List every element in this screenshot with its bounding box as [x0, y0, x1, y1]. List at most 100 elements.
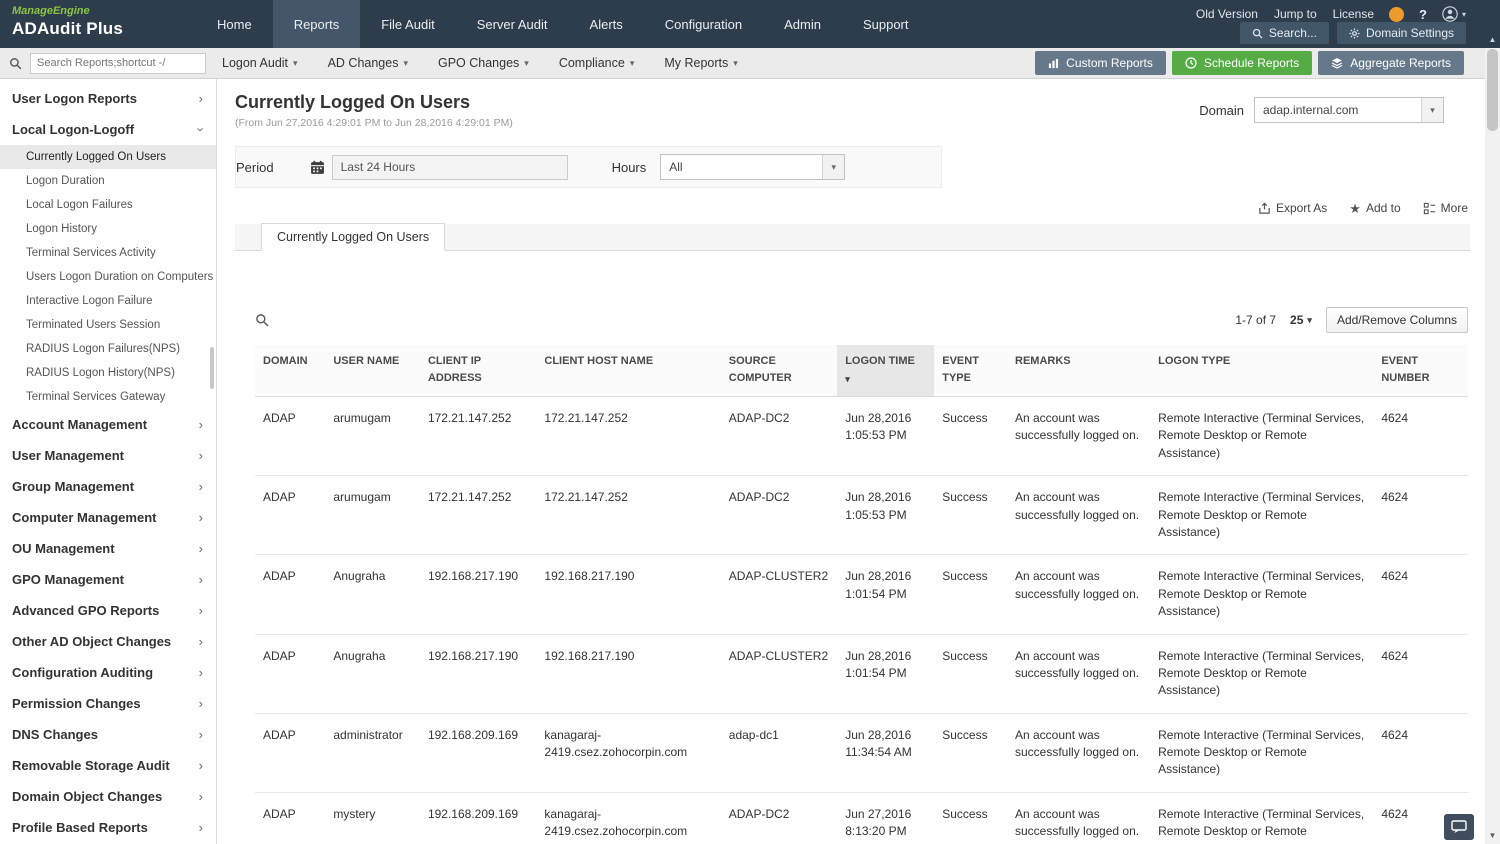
- domain-select[interactable]: adap.internal.com ▾: [1254, 97, 1444, 123]
- search-button[interactable]: Search...: [1240, 22, 1329, 44]
- table-search-icon[interactable]: [255, 313, 269, 327]
- sidebar-section-ou-management[interactable]: OU Management›: [0, 533, 216, 564]
- sidebar-item-local-logon-failures[interactable]: Local Logon Failures: [0, 193, 216, 217]
- sidebar-section-permission-changes[interactable]: Permission Changes›: [0, 688, 216, 719]
- sidebar-item-logon-history[interactable]: Logon History: [0, 217, 216, 241]
- column-header-user-name[interactable]: USER NAME: [325, 345, 420, 397]
- sidebar-item-logon-duration[interactable]: Logon Duration: [0, 169, 216, 193]
- chat-support-button[interactable]: [1444, 814, 1474, 840]
- sidebar-section-user-logon-reports[interactable]: User Logon Reports›: [0, 83, 216, 114]
- sidebar-section-account-management[interactable]: Account Management›: [0, 409, 216, 440]
- table-row[interactable]: ADAParumugam172.21.147.252172.21.147.252…: [255, 476, 1468, 555]
- nav-tab-admin[interactable]: Admin: [763, 0, 842, 48]
- sidebar-item-currently-logged-on-users[interactable]: Currently Logged On Users: [0, 145, 216, 169]
- help-icon[interactable]: ?: [1419, 7, 1427, 22]
- orange-badge-icon[interactable]: [1389, 7, 1404, 22]
- sidebar-item-radius-logon-failures-nps[interactable]: RADIUS Logon Failures(NPS): [0, 337, 216, 361]
- column-header-event-type[interactable]: EVENT TYPE: [934, 345, 1007, 397]
- sidebar-section-group-management[interactable]: Group Management›: [0, 471, 216, 502]
- sidebar-section-dns-changes[interactable]: DNS Changes›: [0, 719, 216, 750]
- menu-label: AD Changes: [328, 56, 399, 70]
- column-header-event-number[interactable]: EVENT NUMBER: [1373, 345, 1468, 397]
- nav-tab-home[interactable]: Home: [196, 0, 273, 48]
- add-remove-columns-button[interactable]: Add/Remove Columns: [1326, 307, 1468, 333]
- table-row[interactable]: ADAParumugam172.21.147.252172.21.147.252…: [255, 397, 1468, 476]
- nav-tab-server-audit[interactable]: Server Audit: [456, 0, 569, 48]
- sidebar-section-user-management[interactable]: User Management›: [0, 440, 216, 471]
- sidebar-section-advanced-gpo-reports[interactable]: Advanced GPO Reports›: [0, 595, 216, 626]
- sidebar-item-terminal-services-activity[interactable]: Terminal Services Activity: [0, 241, 216, 265]
- search-icon[interactable]: [0, 57, 30, 70]
- column-header-logon-type[interactable]: LOGON TYPE: [1150, 345, 1373, 397]
- sidebar-section-configuration-auditing[interactable]: Configuration Auditing›: [0, 657, 216, 688]
- menu-gpo-changes[interactable]: GPO Changes▾: [438, 56, 529, 70]
- chevron-right-icon: ›: [199, 790, 203, 803]
- add-to-link[interactable]: ★ Add to: [1349, 201, 1400, 215]
- menu-compliance[interactable]: Compliance▾: [559, 56, 635, 70]
- domain-settings-button[interactable]: Domain Settings: [1337, 22, 1466, 44]
- sidebar-section-local-logon-logoff[interactable]: Local Logon-Logoff›: [0, 114, 216, 145]
- chevron-right-icon: ›: [199, 604, 203, 617]
- chevron-down-icon: ▾: [403, 58, 408, 69]
- column-header-source-computer[interactable]: SOURCE COMPUTER: [721, 345, 837, 397]
- period-input[interactable]: [332, 155, 568, 180]
- sidebar-section-removable-storage-audit[interactable]: Removable Storage Audit›: [0, 750, 216, 781]
- nav-tab-file-audit[interactable]: File Audit: [360, 0, 455, 48]
- nav-tab-reports[interactable]: Reports: [273, 0, 361, 48]
- sidebar-item-terminated-users-session[interactable]: Terminated Users Session: [0, 313, 216, 337]
- sidebar-section-gpo-management[interactable]: GPO Management›: [0, 564, 216, 595]
- scroll-down-icon[interactable]: ▼: [1485, 826, 1500, 844]
- chevron-right-icon: ›: [199, 821, 203, 834]
- top-link-old-version[interactable]: Old Version: [1196, 7, 1258, 21]
- page-size-select[interactable]: 25 ▾: [1290, 313, 1312, 327]
- column-header-client-host-name[interactable]: CLIENT HOST NAME: [536, 345, 720, 397]
- top-link-jump-to[interactable]: Jump to: [1274, 7, 1317, 21]
- column-label: CLIENT IP ADDRESS: [428, 355, 482, 384]
- column-header-remarks[interactable]: REMARKS: [1007, 345, 1150, 397]
- table-cell: ADAP: [255, 397, 325, 476]
- nav-tab-support[interactable]: Support: [842, 0, 930, 48]
- table-cell: 192.168.217.190: [420, 634, 536, 713]
- calendar-icon[interactable]: [310, 160, 325, 175]
- hours-select[interactable]: All ▾: [660, 154, 845, 180]
- sidebar-section-domain-object-changes[interactable]: Domain Object Changes›: [0, 781, 216, 812]
- product-name: ADAudit Plus: [12, 19, 123, 39]
- nav-tab-configuration[interactable]: Configuration: [644, 0, 763, 48]
- column-header-domain[interactable]: DOMAIN: [255, 345, 325, 397]
- tab-currently-logged-on-users[interactable]: Currently Logged On Users: [261, 223, 445, 251]
- sidebar-section-profile-based-reports[interactable]: Profile Based Reports›: [0, 812, 216, 843]
- table-row[interactable]: ADAPAnugraha192.168.217.190192.168.217.1…: [255, 555, 1468, 634]
- table-row[interactable]: ADAPmystery192.168.209.169kanagaraj-2419…: [255, 792, 1468, 844]
- menu-my-reports[interactable]: My Reports▾: [664, 56, 737, 70]
- sidebar-item-terminal-services-gateway[interactable]: Terminal Services Gateway: [0, 385, 216, 409]
- chevron-right-icon: ›: [199, 635, 203, 648]
- sidebar-item-users-logon-duration-on-computers[interactable]: Users Logon Duration on Computers: [0, 265, 216, 289]
- domain-settings-label: Domain Settings: [1366, 26, 1454, 40]
- report-search-input[interactable]: [30, 53, 206, 74]
- schedule-reports-button[interactable]: Schedule Reports: [1172, 51, 1312, 75]
- table-cell: 172.21.147.252: [420, 397, 536, 476]
- column-label: LOGON TYPE: [1158, 355, 1230, 367]
- sidebar-scrollbar-thumb[interactable]: [210, 347, 214, 389]
- aggregate-reports-button[interactable]: Aggregate Reports: [1318, 51, 1464, 75]
- menu-logon-audit[interactable]: Logon Audit▾: [222, 56, 298, 70]
- table-row[interactable]: ADAPAnugraha192.168.217.190192.168.217.1…: [255, 634, 1468, 713]
- table-row[interactable]: ADAPadministrator192.168.209.169kanagara…: [255, 713, 1468, 792]
- custom-reports-button[interactable]: Custom Reports: [1035, 51, 1166, 75]
- menu-ad-changes[interactable]: AD Changes ▾: [328, 56, 408, 70]
- column-header-client-ip-address[interactable]: CLIENT IP ADDRESS: [420, 345, 536, 397]
- user-menu[interactable]: ▾: [1442, 6, 1466, 22]
- sidebar-item-interactive-logon-failure[interactable]: Interactive Logon Failure: [0, 289, 216, 313]
- export-as-link[interactable]: Export As: [1258, 201, 1327, 215]
- sidebar-item-radius-logon-history-nps[interactable]: RADIUS Logon History(NPS): [0, 361, 216, 385]
- sidebar-section-other-ad-object-changes[interactable]: Other AD Object Changes›: [0, 626, 216, 657]
- scroll-up-icon[interactable]: ▲: [1485, 30, 1500, 48]
- column-header-logon-time[interactable]: LOGON TIME▾: [837, 345, 934, 397]
- more-link[interactable]: More: [1423, 201, 1468, 215]
- sort-desc-icon: ▾: [845, 373, 926, 387]
- sidebar-section-computer-management[interactable]: Computer Management›: [0, 502, 216, 533]
- page-scrollbar[interactable]: ▲ ▼: [1485, 30, 1500, 844]
- top-link-license[interactable]: License: [1333, 7, 1374, 21]
- nav-tab-alerts[interactable]: Alerts: [569, 0, 644, 48]
- scrollbar-thumb[interactable]: [1487, 49, 1498, 131]
